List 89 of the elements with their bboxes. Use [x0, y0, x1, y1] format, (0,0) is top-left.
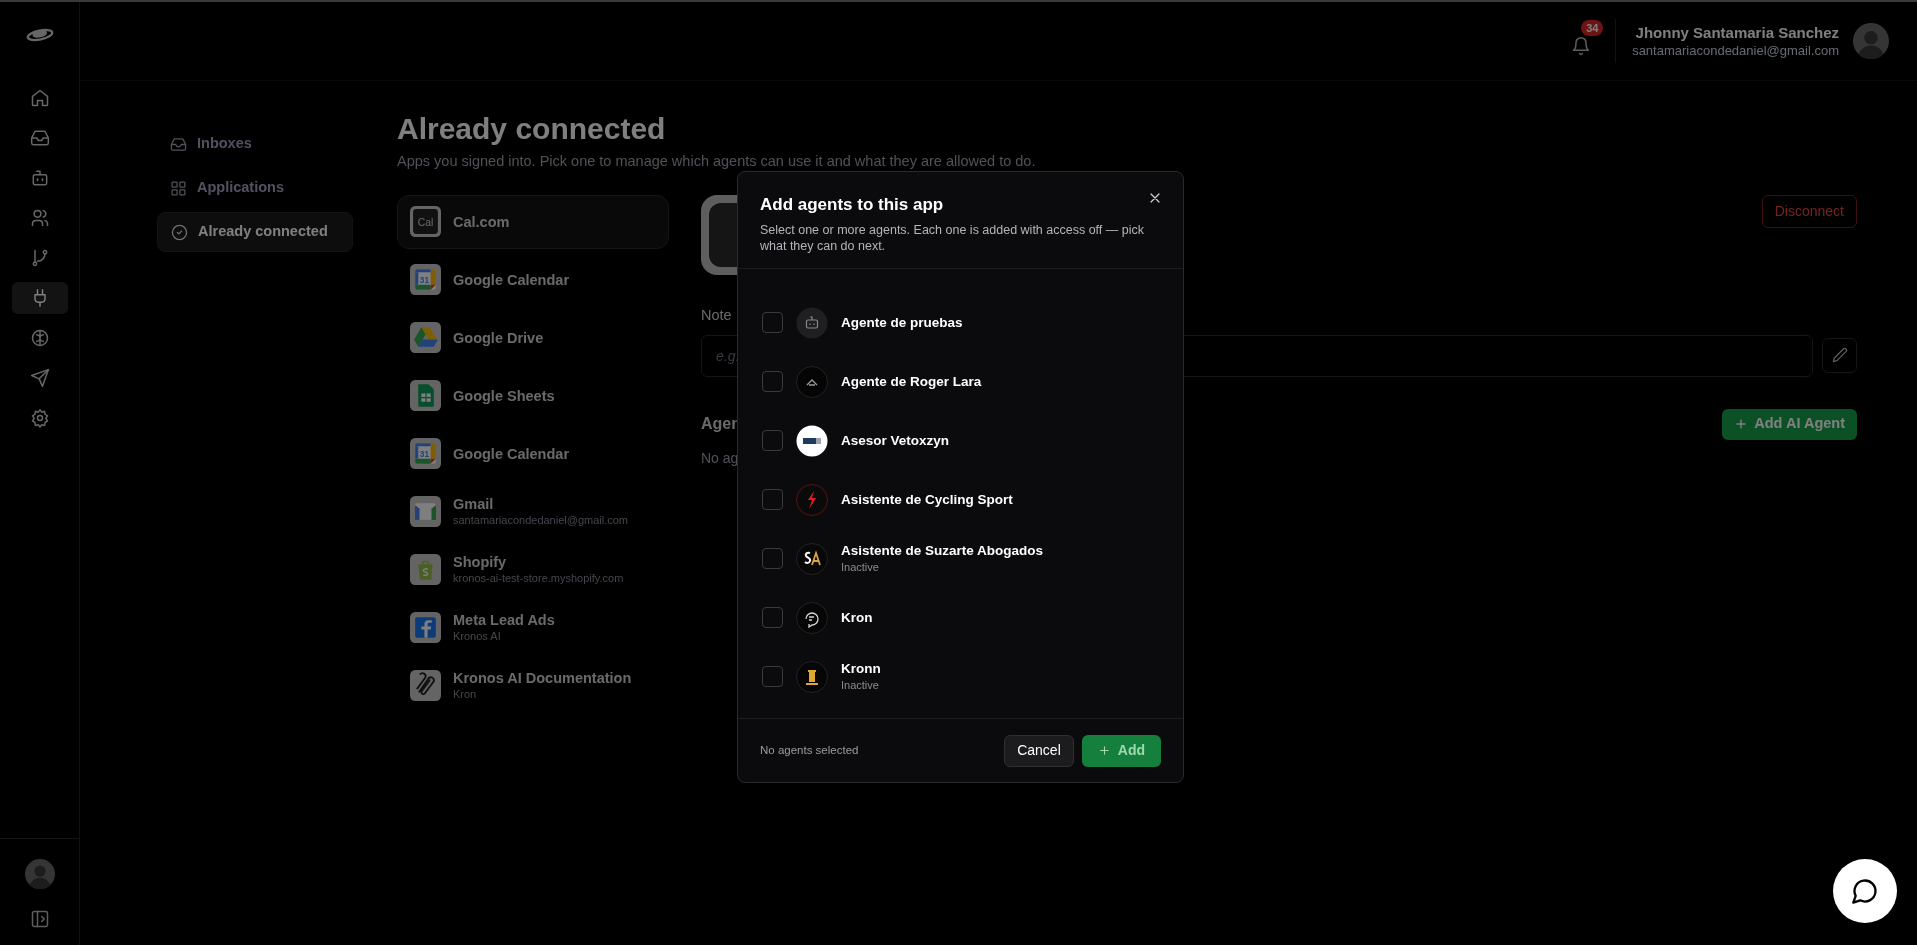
pencil-icon: [1831, 347, 1848, 363]
sidebar-item[interactable]: Already connected: [157, 212, 353, 252]
home-icon: [29, 88, 50, 108]
app-list-item[interactable]: Gmail santamariacondedaniel@gmail.com: [397, 484, 669, 539]
page-subtitle: Apps you signed into. Pick one to manage which agents can use it and what they are allowed to do.: [397, 152, 1037, 171]
add-ai-agent-button[interactable]: Add AI Agent: [1722, 408, 1857, 440]
user-name: Jhonny Santamaria Sanchez: [1635, 23, 1839, 43]
app-list-item[interactable]: Cal Cal.com: [397, 194, 669, 249]
app-list-item[interactable]: Google Sheets: [397, 368, 669, 423]
inbox-icon: [170, 135, 187, 153]
agent-avatar: [796, 542, 828, 575]
app-list-item[interactable]: Google Drive: [397, 310, 669, 365]
app-list-item[interactable]: Meta Lead Ads Kronos AI: [397, 600, 669, 655]
app-logo: [410, 496, 441, 528]
paper-plane-icon: [29, 368, 50, 388]
app-name: Cal.com: [453, 212, 510, 231]
empty-state-text: No ag: [701, 448, 739, 468]
app-list-item[interactable]: Shopify kronos-ai-test-store.myshopify.com: [397, 542, 669, 597]
check-circle-icon: [171, 223, 188, 241]
app-name: Google Calendar: [453, 444, 570, 463]
sidebar-item[interactable]: Inboxes: [157, 124, 353, 164]
plus-icon: [1097, 744, 1111, 757]
agent-avatar: [796, 660, 828, 693]
agent-status: Inactive: [841, 678, 880, 693]
app-account: Kron: [453, 687, 478, 703]
agent-avatar: [796, 306, 828, 339]
selection-status: No agents selected: [760, 742, 859, 758]
add-button[interactable]: Add: [1081, 734, 1161, 767]
dialog-description: Select one or more agents. Each one is added with access off — pick what they can do next.: [760, 222, 1145, 254]
app-logo: 31: [410, 438, 441, 470]
app-account: kronos-ai-test-store.myshopify.com: [453, 571, 624, 587]
grid-icon: [170, 179, 187, 197]
app-name: Meta Lead Ads: [453, 611, 555, 630]
disconnect-button[interactable]: Disconnect: [1761, 194, 1857, 228]
users-icon: [29, 208, 50, 228]
notifications-button[interactable]: [1571, 36, 1592, 56]
chat-bubble-icon: [1851, 877, 1879, 905]
cancel-button[interactable]: Cancel: [1004, 734, 1074, 767]
agent-name: Agente de pruebas: [841, 313, 963, 332]
app-account: Kronos AI: [453, 629, 502, 645]
app-name: Google Calendar: [453, 270, 570, 289]
app-account: santamariacondedaniel@gmail.com: [453, 513, 629, 529]
edit-button[interactable]: [1822, 337, 1857, 373]
app-list-item[interactable]: 31 Google Calendar: [397, 426, 669, 481]
app-name: Kronos AI Documentation: [453, 669, 632, 688]
user-avatar[interactable]: [24, 859, 55, 889]
agent-name: Asistente de Suzarte Abogados: [841, 542, 1044, 560]
settings-icon: [29, 408, 50, 428]
field-label: Note: [701, 305, 732, 325]
bell-icon: [1571, 36, 1592, 56]
checkbox[interactable]: [762, 489, 783, 510]
app-logo: 31: [410, 264, 441, 296]
app-name: Gmail: [453, 495, 495, 514]
app-logo: [410, 612, 441, 644]
agent-name: Asesor Vetoxzyn: [841, 431, 950, 450]
app-name: Shopify: [453, 553, 508, 572]
checkbox[interactable]: [762, 607, 783, 628]
agent-avatar: [796, 424, 828, 457]
checkbox[interactable]: [762, 312, 783, 333]
page-title: Already connected: [397, 111, 667, 147]
app-name: Google Sheets: [453, 386, 555, 405]
agent-status: Inactive: [841, 560, 880, 575]
app-logo: [410, 322, 441, 354]
nav-button[interactable]: [11, 282, 68, 314]
notification-count-badge: 34: [1581, 20, 1604, 36]
agent-avatar: [796, 365, 828, 398]
checkbox[interactable]: [762, 430, 783, 451]
checkbox[interactable]: [762, 666, 783, 687]
agent-name: Kron: [841, 608, 873, 627]
agent-name: Kronn: [841, 660, 881, 678]
plus-icon: [1734, 417, 1749, 431]
user-avatar[interactable]: [1853, 23, 1889, 59]
agent-avatar: [796, 601, 828, 634]
user-email: santamariacondedaniel@gmail.com: [1632, 43, 1839, 59]
sidebar-item[interactable]: Applications: [157, 168, 353, 208]
checkbox[interactable]: [762, 371, 783, 392]
agent-name: Asistente de Cycling Sport: [841, 490, 1013, 509]
inbox-icon: [29, 128, 50, 148]
checkbox[interactable]: [762, 548, 783, 569]
app-logo: [410, 380, 441, 412]
agent-avatar: [796, 483, 828, 516]
app-logo: Cal: [410, 206, 441, 238]
dialog-title: Add agents to this app: [760, 194, 944, 216]
app-name: Google Drive: [453, 328, 544, 347]
panel-toggle-icon: [29, 909, 50, 929]
app-logo: [410, 554, 441, 586]
app-logo: [410, 670, 441, 702]
app-list-item[interactable]: Kronos AI Documentation Kron: [397, 658, 669, 713]
app-list-item[interactable]: 31 Google Calendar: [397, 252, 669, 307]
